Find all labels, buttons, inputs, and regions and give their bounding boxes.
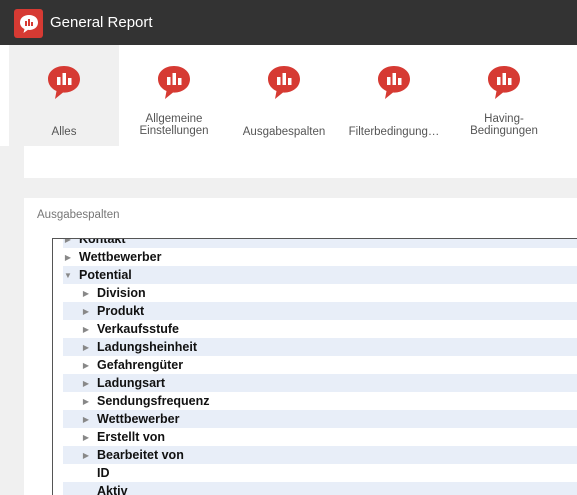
- expand-arrow-icon[interactable]: ▶: [81, 361, 91, 370]
- tree-row-label: Division: [97, 286, 146, 300]
- tree-row[interactable]: ▶ Bearbeitet von: [63, 446, 577, 464]
- tab-label: Allgemeine Einstellungen: [139, 113, 209, 137]
- tree-row-label: Gefahrengüter: [97, 358, 184, 372]
- tree-row-label: ID: [97, 466, 110, 480]
- tree-row-label: Ladungsart: [97, 376, 166, 390]
- tree-row[interactable]: ▶ Produkt: [63, 302, 577, 320]
- tree-row[interactable]: ▶ Gefahrengüter: [63, 356, 577, 374]
- tab-label: Alles: [51, 126, 77, 138]
- ribbon-toolbar: Alles Allgemeine Einstellungen Ausgabesp…: [0, 45, 577, 146]
- tree-row-label: Verkaufsstufe: [97, 322, 179, 336]
- tree-row-label: Sendungsfrequenz: [97, 394, 210, 408]
- report-chat-icon: [19, 14, 38, 33]
- collapse-arrow-icon[interactable]: ▼: [63, 271, 73, 280]
- tree-row[interactable]: ▶ Wettbewerber: [63, 410, 577, 428]
- tab-alles[interactable]: Alles: [9, 45, 119, 146]
- tab-having-bedingungen[interactable]: Having- Bedingungen: [449, 45, 559, 146]
- report-chat-icon: [488, 66, 520, 99]
- report-chat-icon: [48, 66, 80, 99]
- tree-row-label: Erstellt von: [97, 430, 166, 444]
- expand-arrow-icon[interactable]: ▶: [81, 433, 91, 442]
- expand-arrow-icon[interactable]: ▶: [81, 379, 91, 388]
- tab-ausgabespalten[interactable]: Ausgabespalten: [229, 45, 339, 146]
- tree-row-label: Bearbeitet von: [97, 448, 184, 462]
- tree-row-label: Potential: [79, 268, 132, 282]
- tree-row[interactable]: ▶ Kontakt: [63, 238, 577, 248]
- app-title: General Report: [50, 14, 153, 31]
- title-bar: General Report: [0, 0, 577, 45]
- tree-row[interactable]: ▶ Sendungsfrequenz: [63, 392, 577, 410]
- tree-row-label: Produkt: [97, 304, 145, 318]
- tree-row-label: Kontakt: [79, 238, 126, 246]
- tree-row[interactable]: Aktiv: [63, 482, 577, 495]
- tab-label: Filterbedingung…: [348, 126, 440, 138]
- tree-row[interactable]: ▶ Ladungsheinheit: [63, 338, 577, 356]
- expand-arrow-icon[interactable]: ▶: [81, 307, 91, 316]
- tab-filterbedingungen[interactable]: Filterbedingung…: [339, 45, 449, 146]
- tree-row-label: Ladungsheinheit: [97, 340, 197, 354]
- panel-caption: Ausgabespalten: [37, 209, 120, 221]
- tree-row-label: Wettbewerber: [79, 250, 162, 264]
- expand-arrow-icon[interactable]: ▶: [63, 239, 73, 244]
- expand-arrow-icon[interactable]: ▶: [81, 325, 91, 334]
- report-chat-icon: [268, 66, 300, 99]
- tree-row[interactable]: ▶ Ladungsart: [63, 374, 577, 392]
- tab-allgemeine-einstellungen[interactable]: Allgemeine Einstellungen: [119, 45, 229, 146]
- tab-label: Ausgabespalten: [242, 126, 326, 138]
- tree-row-label: Aktiv: [97, 484, 128, 495]
- expand-arrow-icon[interactable]: ▶: [81, 289, 91, 298]
- tab-label: Having- Bedingungen: [470, 113, 538, 137]
- columns-panel: Ausgabespalten ▶ Kontakt ▶ Wettbewerber …: [24, 198, 577, 495]
- expand-arrow-icon[interactable]: ▶: [63, 253, 73, 262]
- report-chat-icon: [158, 66, 190, 99]
- expand-arrow-icon[interactable]: ▶: [81, 343, 91, 352]
- tree-row[interactable]: ▶ Erstellt von: [63, 428, 577, 446]
- tree-row[interactable]: ▶ Division: [63, 284, 577, 302]
- expand-arrow-icon[interactable]: ▶: [81, 415, 91, 424]
- tree-row[interactable]: ▼ Potential: [63, 266, 577, 284]
- report-chat-icon: [378, 66, 410, 99]
- tree-row[interactable]: ▶ Verkaufsstufe: [63, 320, 577, 338]
- tree-row-label: Wettbewerber: [97, 412, 180, 426]
- expand-arrow-icon[interactable]: ▶: [81, 397, 91, 406]
- columns-tree[interactable]: ▶ Kontakt ▶ Wettbewerber ▼ Potential ▶ D…: [52, 238, 577, 495]
- tree-row[interactable]: ID: [63, 464, 577, 482]
- expand-arrow-icon[interactable]: ▶: [81, 451, 91, 460]
- app-logo: [14, 9, 43, 38]
- content-strip: [24, 146, 577, 178]
- tree-row[interactable]: ▶ Wettbewerber: [63, 248, 577, 266]
